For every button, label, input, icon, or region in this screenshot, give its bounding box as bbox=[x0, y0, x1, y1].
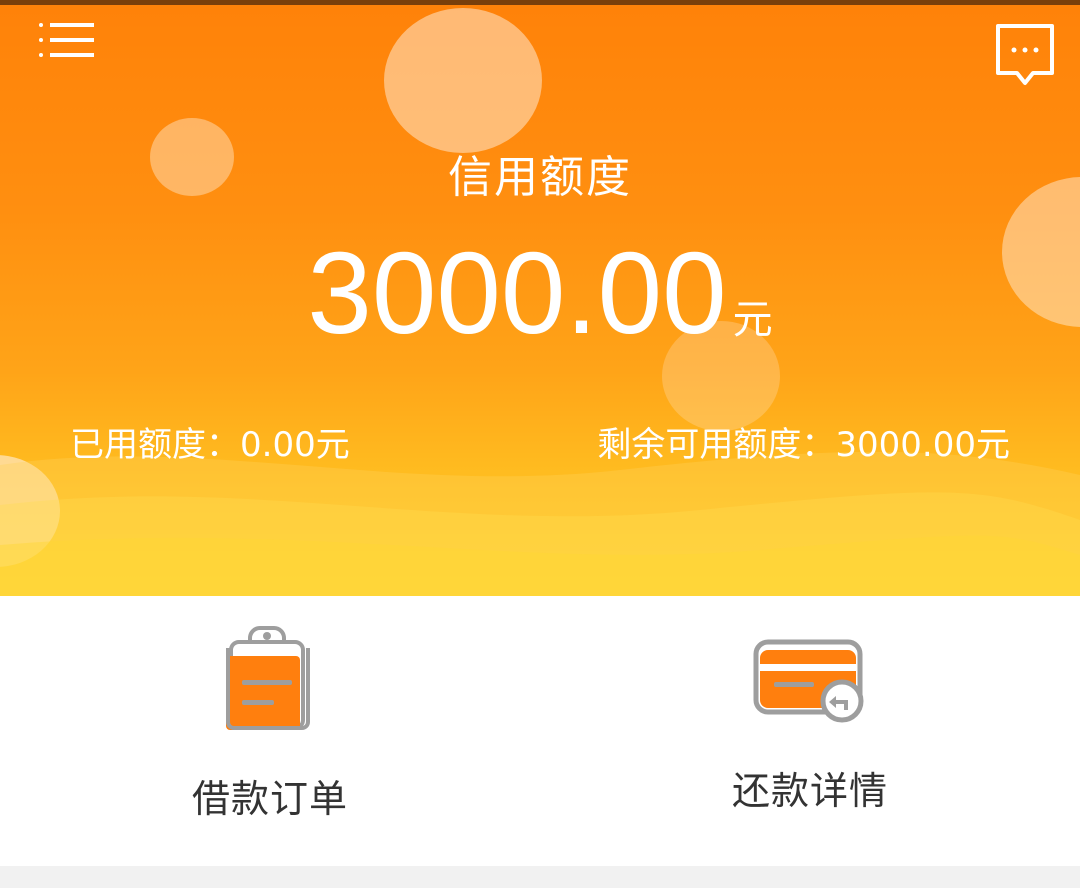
repayment-details-button[interactable]: 还款详情 bbox=[690, 636, 930, 836]
menu-icon bbox=[39, 23, 94, 57]
used-credit: 已用额度：0.00元 bbox=[70, 417, 350, 466]
remaining-credit-label: 剩余可用额度： bbox=[597, 425, 836, 465]
remaining-credit-value: 3000.00元 bbox=[835, 425, 1010, 465]
menu-button[interactable] bbox=[30, 19, 100, 69]
credit-amount: 3000.00 bbox=[307, 228, 727, 358]
repayment-details-label: 还款详情 bbox=[731, 769, 888, 813]
message-button[interactable] bbox=[988, 21, 1062, 91]
credit-amount-unit: 元 bbox=[732, 297, 773, 343]
decor-bubble bbox=[384, 8, 542, 153]
used-credit-label: 已用额度： bbox=[70, 425, 240, 465]
credit-header: 信用额度 3000.00 元 已用额度：0.00元 剩余可用额度：3000.00元 bbox=[0, 5, 1080, 596]
used-credit-value: 0.00元 bbox=[240, 425, 350, 465]
credit-amount-row: 3000.00 元 bbox=[0, 233, 1080, 353]
loan-orders-label: 借款订单 bbox=[191, 777, 348, 821]
chat-bubble-icon bbox=[996, 24, 1054, 85]
remaining-credit: 剩余可用额度：3000.00元 bbox=[597, 417, 1010, 466]
loan-orders-button[interactable]: 借款订单 bbox=[150, 626, 390, 836]
card-repay-icon bbox=[753, 639, 864, 723]
credit-limit-title: 信用额度 bbox=[448, 152, 632, 203]
action-panel: 借款订单 还款详情 bbox=[0, 596, 1080, 866]
clipboard-icon bbox=[226, 626, 310, 730]
